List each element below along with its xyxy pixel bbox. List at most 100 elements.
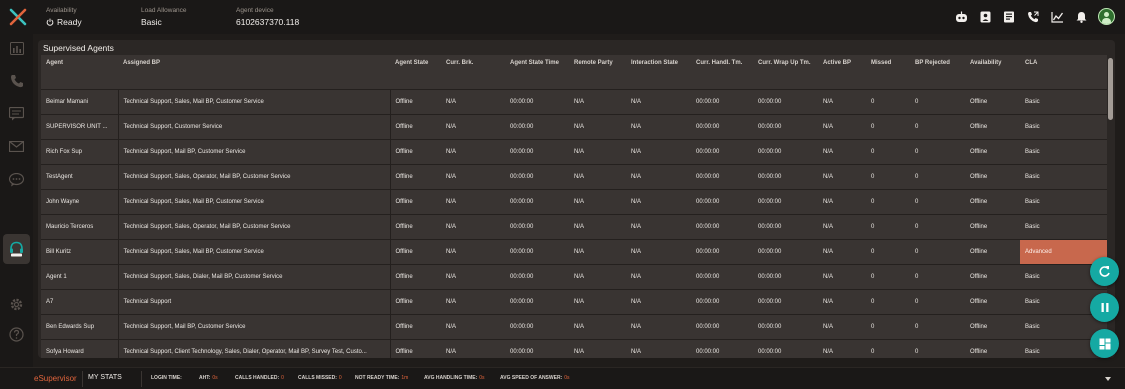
cell-agent-state-time: 00:00:00 [505,89,569,115]
cell-agent: Rich Fox Sup [41,139,119,165]
cell-active-bp: N/A [818,289,866,315]
table-row[interactable]: John Wayne Technical Support, Sales, Mail… [41,189,1107,215]
cell-active-bp: N/A [818,139,866,165]
column-header-cla[interactable]: CLA [1020,55,1107,90]
cell-missed: 0 [866,239,910,265]
column-header-availability[interactable]: Availability [965,55,1020,90]
cell-agent-state-time: 00:00:00 [505,164,569,190]
load-allowance-label: Load Allowance [141,7,187,14]
table-row[interactable]: Mauricio Terceros Technical Support, Sale… [41,214,1107,240]
cell-curr-brk: N/A [441,314,505,340]
supervised-agents-panel: Supervised Agents Agent Assigned BP Agent … [38,40,1115,358]
cell-agent-state: Offline [390,339,441,358]
chat-icon[interactable] [8,105,25,122]
column-header-active-bp[interactable]: Active BP [818,55,866,90]
cell-curr-wrap-up-tm: 00:00:00 [753,339,818,358]
cell-missed: 0 [866,189,910,215]
agent-device-field[interactable]: Agent device 6102637370.118 [236,7,299,28]
cell-agent-state: Offline [390,139,441,165]
column-header-curr-wrap-up-tm[interactable]: Curr. Wrap Up Tm. [753,55,818,90]
table-row[interactable]: Bill Kuritz Technical Support, Sales, Mai… [41,239,1107,265]
analytics-icon[interactable] [1050,10,1064,24]
cell-assigned-bp: Technical Support, Customer Service [118,114,391,140]
column-header-agent[interactable]: Agent [41,55,118,90]
column-header-interaction-state[interactable]: Interaction State [626,55,691,90]
dashboard-icon[interactable] [8,40,25,57]
cell-availability: Offline [965,114,1020,140]
table-row[interactable]: SUPERVISOR UNIT ... Technical Support, Cu… [41,114,1107,140]
my-stats-tab[interactable]: MY STATS [88,374,122,381]
cell-curr-brk: N/A [441,164,505,190]
column-header-curr-handl-tm[interactable]: Curr. Handl. Tm. [691,55,753,90]
phone-transfer-icon[interactable] [1026,10,1040,24]
table-row[interactable]: TestAgent Technical Support, Sales, Opera… [41,164,1107,190]
cell-interaction-state: N/A [626,139,691,165]
cell-curr-wrap-up-tm: 00:00:00 [753,114,818,140]
cell-curr-wrap-up-tm: 00:00:00 [753,289,818,315]
contact-card-icon[interactable] [978,10,992,24]
bottom-status-bar: eSupervisor MY STATS LOGIN TIME: AHT: 0s CA… [0,367,1125,389]
cell-availability: Offline [965,314,1020,340]
chevron-down-icon[interactable] [1105,377,1111,381]
settings-icon[interactable] [8,296,25,313]
cell-curr-wrap-up-tm: 00:00:00 [753,214,818,240]
cell-active-bp: N/A [818,164,866,190]
cell-active-bp: N/A [818,264,866,290]
pause-button[interactable] [1090,293,1119,322]
cell-cla: Basic [1020,214,1107,240]
cell-agent: Beimar Mamani [41,89,119,115]
stat-item: AVG HANDLING TIME: 0s [424,375,485,381]
table-row[interactable]: Sofya Howard Technical Support, Client Te… [41,339,1107,358]
app-logo [9,8,27,26]
cell-curr-handl-tm: 00:00:00 [691,239,753,265]
table-row[interactable]: Ben Edwards Sup Technical Support, Mail B… [41,314,1107,340]
help-icon[interactable] [8,326,25,343]
cell-active-bp: N/A [818,189,866,215]
stat-item: LOGIN TIME: [151,375,184,381]
cell-agent-state-time: 00:00:00 [505,339,569,358]
scrollbar-thumb[interactable] [1108,58,1113,120]
phone-icon[interactable] [8,72,25,89]
cell-agent-state: Offline [390,314,441,340]
email-icon[interactable] [8,138,25,155]
cell-remote-party: N/A [569,339,626,358]
table-row[interactable]: Agent 1 Technical Support, Sales, Dialer,… [41,264,1107,290]
cell-missed: 0 [866,339,910,358]
column-header-missed[interactable]: Missed [866,55,910,90]
bot-icon[interactable] [954,10,968,24]
column-header-assigned-bp[interactable]: Assigned BP [118,55,390,90]
cell-assigned-bp: Technical Support, Mail BP, Customer Ser… [118,314,391,340]
avatar[interactable] [1098,8,1115,25]
cell-remote-party: N/A [569,289,626,315]
refresh-button[interactable] [1090,257,1119,286]
cell-remote-party: N/A [569,89,626,115]
cell-active-bp: N/A [818,214,866,240]
column-header-remote-party[interactable]: Remote Party [569,55,626,90]
availability-field[interactable]: Availability Ready [46,7,82,28]
cell-curr-handl-tm: 00:00:00 [691,289,753,315]
cell-assigned-bp: Technical Support [118,289,391,315]
stat-label: LOGIN TIME: [151,375,182,381]
cell-curr-handl-tm: 00:00:00 [691,114,753,140]
cell-agent-state: Offline [390,289,441,315]
bell-icon[interactable] [1074,10,1088,24]
column-header-agent-state[interactable]: Agent State [390,55,441,90]
brand-label: eSupervisor [34,374,77,383]
table-row[interactable]: A7 Technical Support Offline N/A 00:00:00 N/A… [41,289,1107,315]
table-row[interactable]: Rich Fox Sup Technical Support, Mail BP, … [41,139,1107,165]
supervisor-headset-icon[interactable] [8,240,25,257]
address-book-icon[interactable] [1002,10,1016,24]
table-row[interactable]: Beimar Mamani Technical Support, Sales, M… [41,89,1107,115]
column-header-agent-state-time[interactable]: Agent State Time [505,55,569,90]
column-header-curr-brk[interactable]: Curr. Brk. [441,55,505,90]
cell-cla: Basic [1020,139,1107,165]
cell-bp-rejected: 0 [910,139,965,165]
cell-availability: Offline [965,214,1020,240]
stat-label: CALLS HANDLED: [235,375,280,381]
cell-availability: Offline [965,189,1020,215]
layout-button[interactable] [1090,329,1119,358]
stat-label: CALLS MISSED: [298,375,337,381]
message-bubble-icon[interactable] [8,171,25,188]
power-icon [46,18,54,26]
column-header-bp-rejected[interactable]: BP Rejected [910,55,965,90]
